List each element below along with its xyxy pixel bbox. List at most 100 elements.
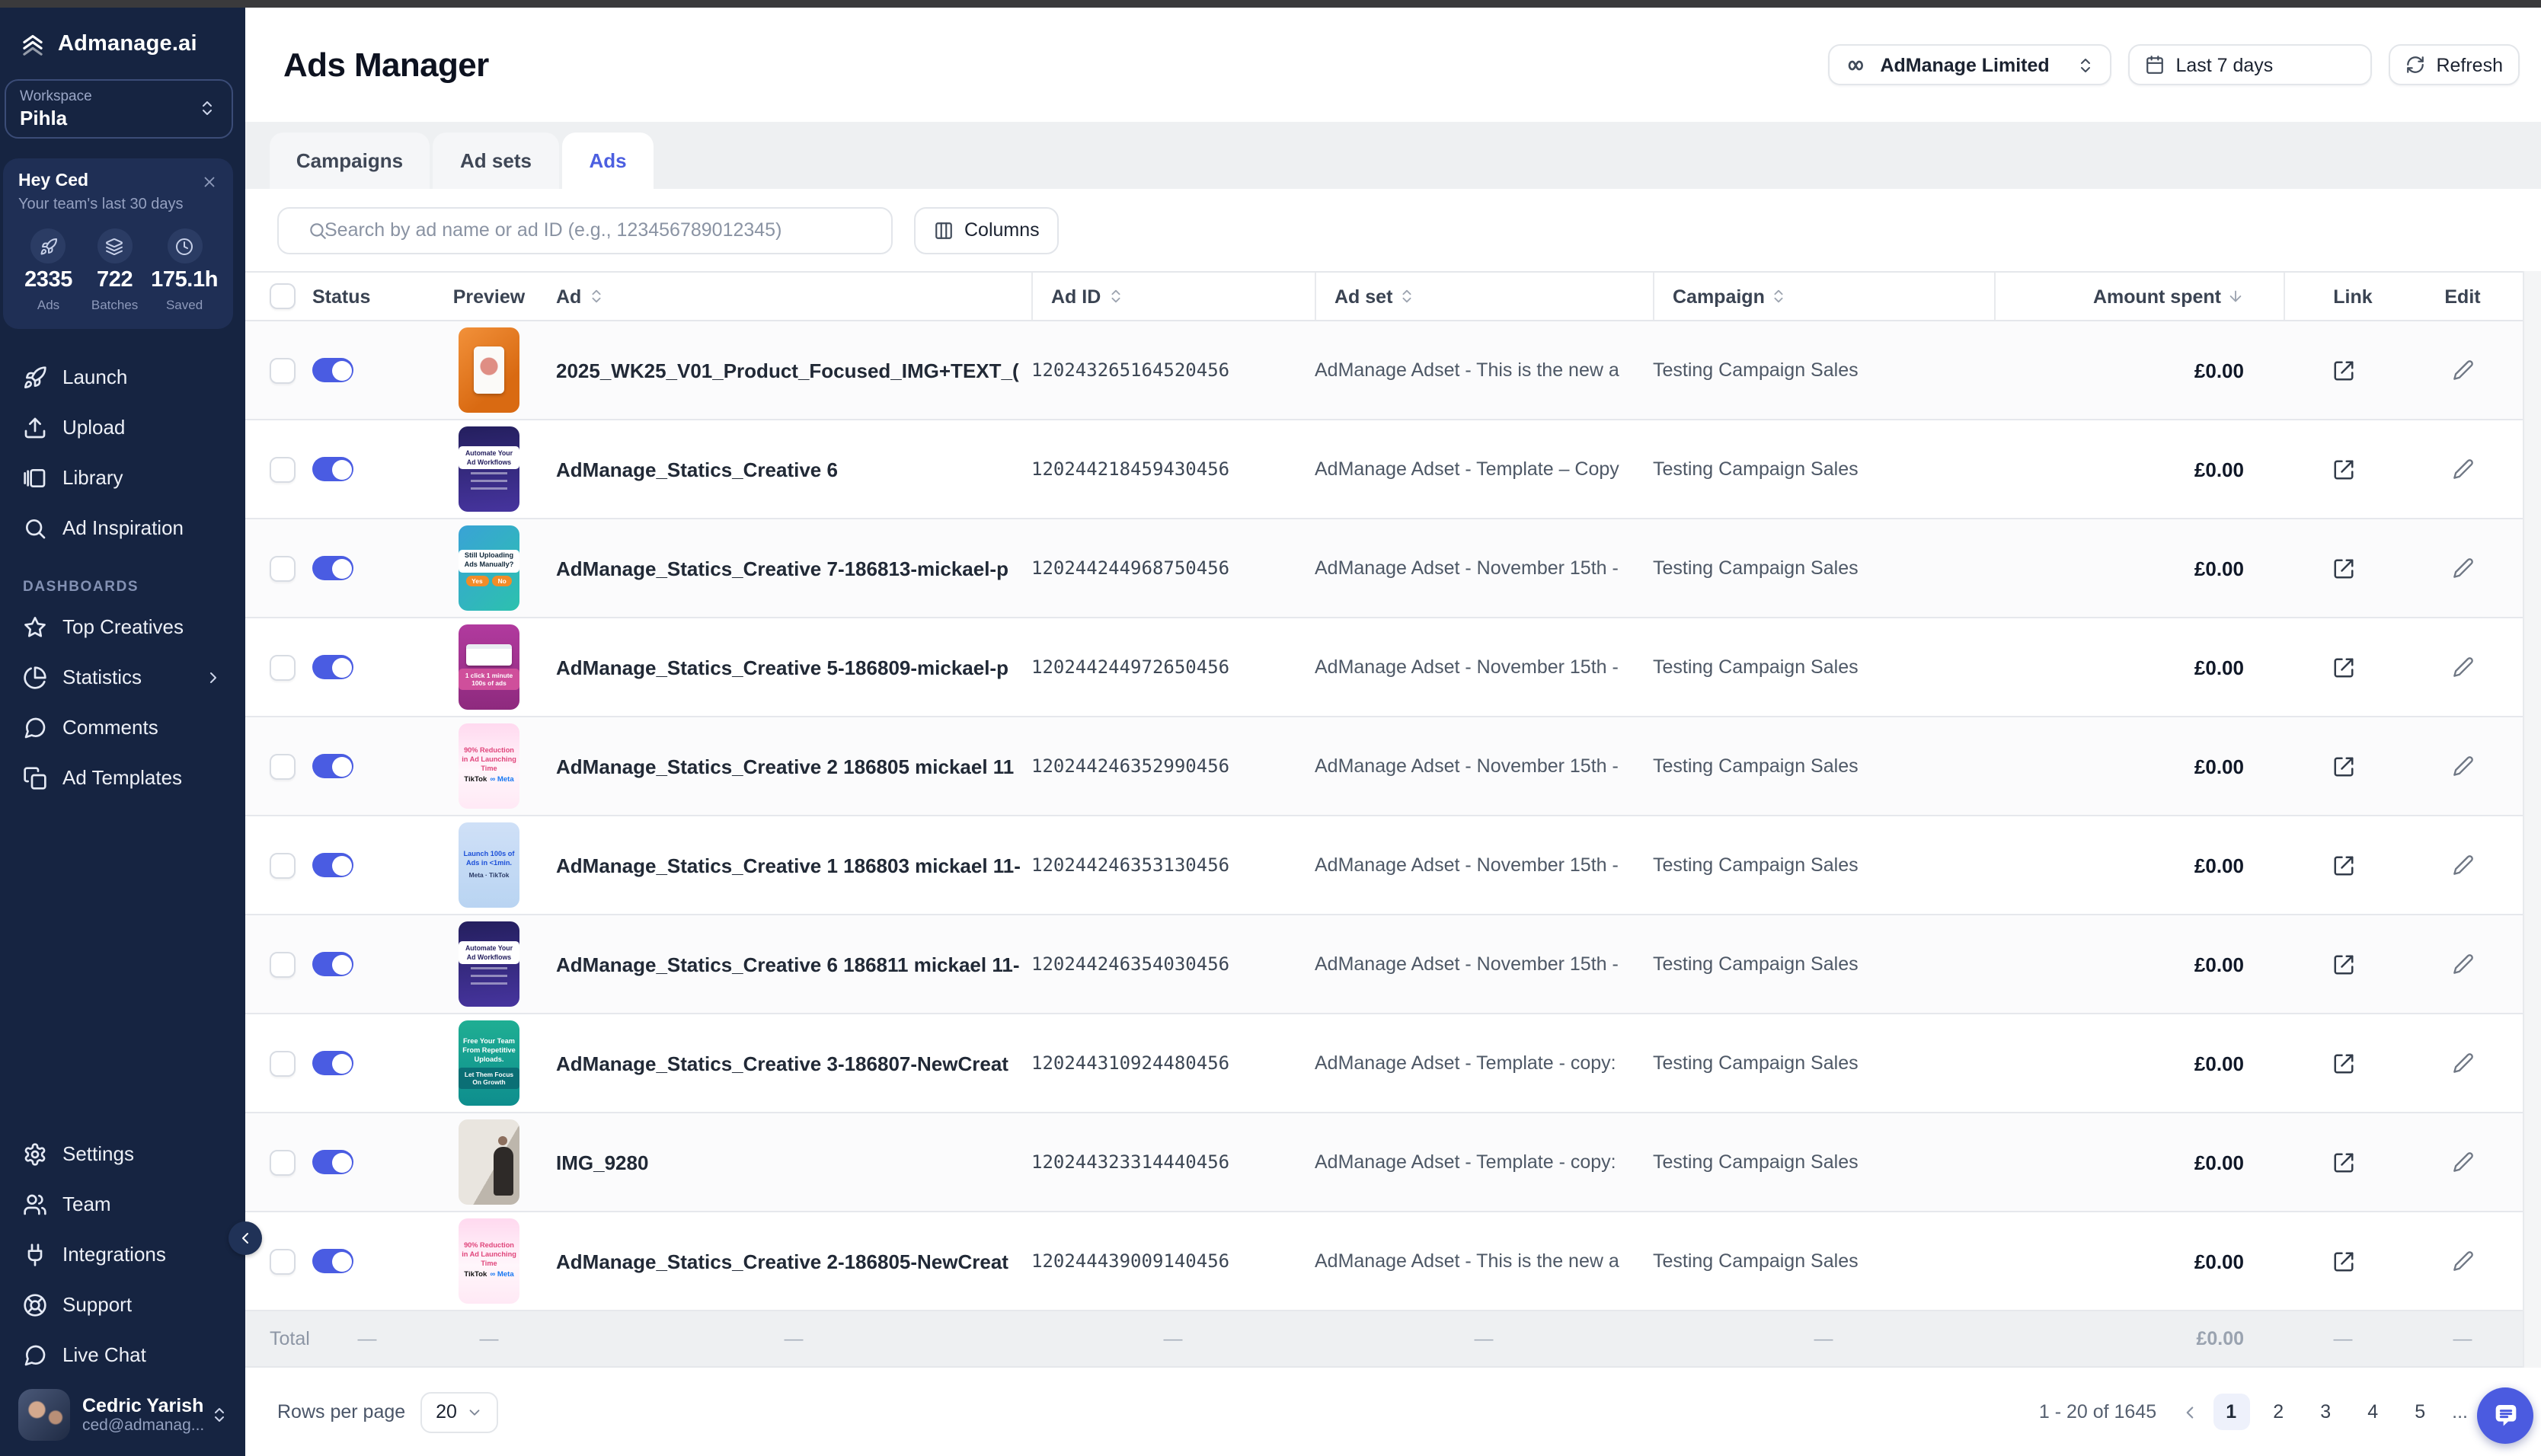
column-header-ad-set[interactable]: Ad set: [1315, 273, 1653, 320]
sidebar-item-settings[interactable]: Settings: [0, 1129, 245, 1179]
external-link-button[interactable]: [2326, 749, 2360, 783]
workspace-value: Pihla: [20, 107, 198, 129]
row-checkbox[interactable]: [270, 1248, 296, 1274]
logo[interactable]: Admanage.ai: [0, 8, 245, 76]
edit-button[interactable]: [2446, 650, 2479, 684]
sidebar-item-top-creatives[interactable]: Top Creatives: [0, 602, 245, 652]
ad-preview-thumbnail[interactable]: Still Uploading Ads Manually?YesNo: [459, 525, 519, 611]
column-header-amount-spent[interactable]: Amount spent: [1994, 273, 2284, 320]
ad-preview-thumbnail[interactable]: Automate Your Ad Workflows: [459, 921, 519, 1007]
edit-button[interactable]: [2446, 947, 2479, 981]
external-link-button[interactable]: [2326, 353, 2360, 387]
page-button-3[interactable]: 3: [2307, 1394, 2344, 1430]
ad-account-selector[interactable]: AdManage Limited: [1828, 44, 2111, 85]
ad-preview-thumbnail[interactable]: 90% Reduction in Ad Launching TimeTikTok…: [459, 1218, 519, 1304]
ad-preview-thumbnail[interactable]: 1 click 1 minute 100s of ads: [459, 624, 519, 710]
ad-preview-thumbnail[interactable]: [459, 1119, 519, 1205]
sidebar-item-ad-inspiration[interactable]: Ad Inspiration: [0, 503, 245, 553]
sidebar-item-team[interactable]: Team: [0, 1179, 245, 1229]
sidebar-item-comments[interactable]: Comments: [0, 702, 245, 752]
sidebar-item-statistics[interactable]: Statistics: [0, 652, 245, 702]
external-link-button[interactable]: [2326, 551, 2360, 585]
status-toggle[interactable]: [312, 1051, 353, 1075]
refresh-button[interactable]: Refresh: [2389, 44, 2520, 85]
status-toggle[interactable]: [312, 358, 353, 382]
date-range-selector[interactable]: Last 7 days: [2128, 44, 2372, 85]
column-header-campaign[interactable]: Campaign: [1653, 273, 1994, 320]
ad-preview-thumbnail[interactable]: 90% Reduction in Ad Launching TimeTikTok…: [459, 723, 519, 809]
column-header-ad-id[interactable]: Ad ID: [1031, 273, 1315, 320]
ad-preview-thumbnail[interactable]: Automate Your Ad Workflows: [459, 426, 519, 512]
external-link-button[interactable]: [2326, 452, 2360, 486]
tab-adsets[interactable]: Ad sets: [433, 133, 559, 189]
column-header-select[interactable]: [270, 273, 312, 320]
user-menu[interactable]: Cedric Yarish ced@admanag...: [0, 1380, 245, 1456]
previous-page-button[interactable]: [2179, 1402, 2199, 1422]
sidebar-item-live-chat[interactable]: Live Chat: [0, 1330, 245, 1380]
row-checkbox[interactable]: [270, 1050, 296, 1076]
row-checkbox[interactable]: [270, 852, 296, 878]
status-toggle[interactable]: [312, 754, 353, 778]
ad-id-cell: 120244244968750456: [1031, 557, 1315, 579]
intercom-chat-button[interactable]: [2477, 1387, 2533, 1444]
search-input[interactable]: [277, 206, 893, 254]
external-link-button[interactable]: [2326, 848, 2360, 882]
edit-button[interactable]: [2446, 1046, 2479, 1080]
ad-preview-thumbnail[interactable]: [459, 327, 519, 413]
page-button-2[interactable]: 2: [2260, 1394, 2296, 1430]
tab-ads[interactable]: Ads: [562, 133, 654, 189]
edit-button[interactable]: [2446, 749, 2479, 783]
row-checkbox[interactable]: [270, 753, 296, 779]
sidebar-item-support[interactable]: Support: [0, 1279, 245, 1330]
row-checkbox[interactable]: [270, 357, 296, 383]
close-icon[interactable]: [201, 173, 218, 190]
edit-button[interactable]: [2446, 353, 2479, 387]
page-button-5[interactable]: 5: [2402, 1394, 2438, 1430]
column-header-status: Status: [312, 273, 422, 320]
ad-preview-thumbnail[interactable]: Launch 100s of Ads in <1min.Meta · TikTo…: [459, 822, 519, 908]
status-toggle[interactable]: [312, 853, 353, 877]
edit-button[interactable]: [2446, 452, 2479, 486]
status-toggle[interactable]: [312, 457, 353, 481]
vertical-scrollbar[interactable]: [2523, 271, 2541, 1368]
page-button-1[interactable]: 1: [2213, 1394, 2249, 1430]
row-checkbox[interactable]: [270, 456, 296, 482]
column-header-ad[interactable]: Ad: [556, 273, 1031, 320]
edit-button[interactable]: [2446, 1145, 2479, 1179]
ad-preview-thumbnail[interactable]: Free Your Team From Repetitive Uploads.L…: [459, 1020, 519, 1106]
status-toggle[interactable]: [312, 1249, 353, 1273]
column-header-preview: Preview: [422, 273, 556, 320]
sidebar-item-upload[interactable]: Upload: [0, 402, 245, 452]
edit-button[interactable]: [2446, 1244, 2479, 1278]
status-toggle[interactable]: [312, 952, 353, 976]
sidebar-item-launch[interactable]: Launch: [0, 352, 245, 402]
sidebar-item-integrations[interactable]: Integrations: [0, 1229, 245, 1279]
sidebar-collapse-button[interactable]: [229, 1221, 262, 1255]
tab-campaigns[interactable]: Campaigns: [270, 133, 430, 189]
row-checkbox[interactable]: [270, 1149, 296, 1175]
campaign-cell: Testing Campaign Sales: [1653, 854, 1994, 876]
rows-per-page-select[interactable]: 20: [420, 1391, 498, 1432]
sidebar-item-library[interactable]: Library: [0, 452, 245, 503]
columns-button[interactable]: Columns: [914, 206, 1060, 254]
row-checkbox[interactable]: [270, 654, 296, 680]
edit-button[interactable]: [2446, 551, 2479, 585]
status-toggle[interactable]: [312, 556, 353, 580]
status-toggle[interactable]: [312, 1150, 353, 1174]
external-link-button[interactable]: [2326, 1046, 2360, 1080]
team-stat-label: Batches: [91, 297, 138, 312]
edit-button[interactable]: [2446, 848, 2479, 882]
sidebar-item-ad-templates[interactable]: Ad Templates: [0, 752, 245, 803]
status-toggle[interactable]: [312, 655, 353, 679]
amount-spent-cell: £0.00: [1994, 1151, 2284, 1173]
page-button-4[interactable]: 4: [2354, 1394, 2391, 1430]
row-checkbox[interactable]: [270, 555, 296, 581]
select-all-checkbox[interactable]: [270, 283, 296, 309]
external-link-button[interactable]: [2326, 947, 2360, 981]
external-link-button[interactable]: [2326, 1244, 2360, 1278]
external-link-button[interactable]: [2326, 1145, 2360, 1179]
workspace-selector[interactable]: Workspace Pihla: [5, 79, 233, 139]
external-link-button[interactable]: [2326, 650, 2360, 684]
row-checkbox[interactable]: [270, 951, 296, 977]
campaign-cell: Testing Campaign Sales: [1653, 656, 1994, 678]
